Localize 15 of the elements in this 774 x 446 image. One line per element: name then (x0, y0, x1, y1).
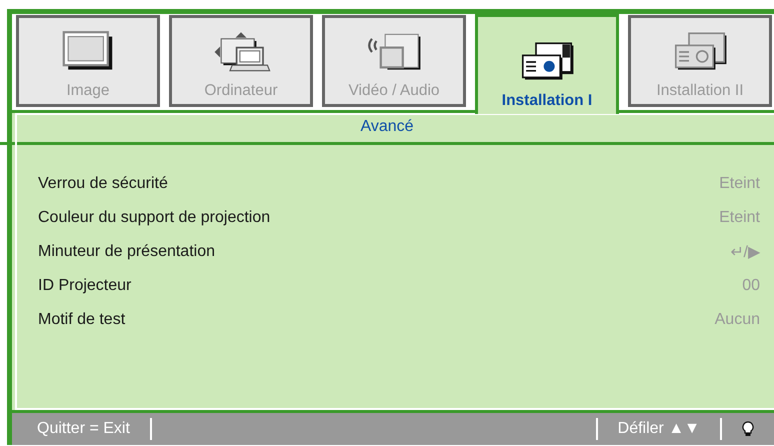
setting-label[interactable]: Couleur du support de projection (38, 209, 270, 227)
setting-label[interactable]: ID Projecteur (38, 277, 132, 295)
panel-title: Avancé (0, 113, 774, 145)
setting-value: Eteint (719, 209, 760, 227)
lightbulb-icon (742, 421, 754, 437)
setting-label[interactable]: Minuteur de présentation (38, 243, 215, 261)
setting-value: 00 (742, 277, 760, 295)
setting-label[interactable]: Motif de test (38, 311, 126, 329)
setting-value: Aucun (714, 311, 760, 329)
setting-label[interactable]: Verrou de sécurité (38, 175, 168, 193)
exit-hint: Quitter = Exit (37, 420, 130, 438)
setting-value: Eteint (719, 175, 760, 193)
setting-value: ↵/▶ (730, 243, 760, 262)
scroll-hint: Défiler ▲▼ (618, 420, 700, 438)
menu-tab[interactable]: Installation I (475, 14, 619, 114)
